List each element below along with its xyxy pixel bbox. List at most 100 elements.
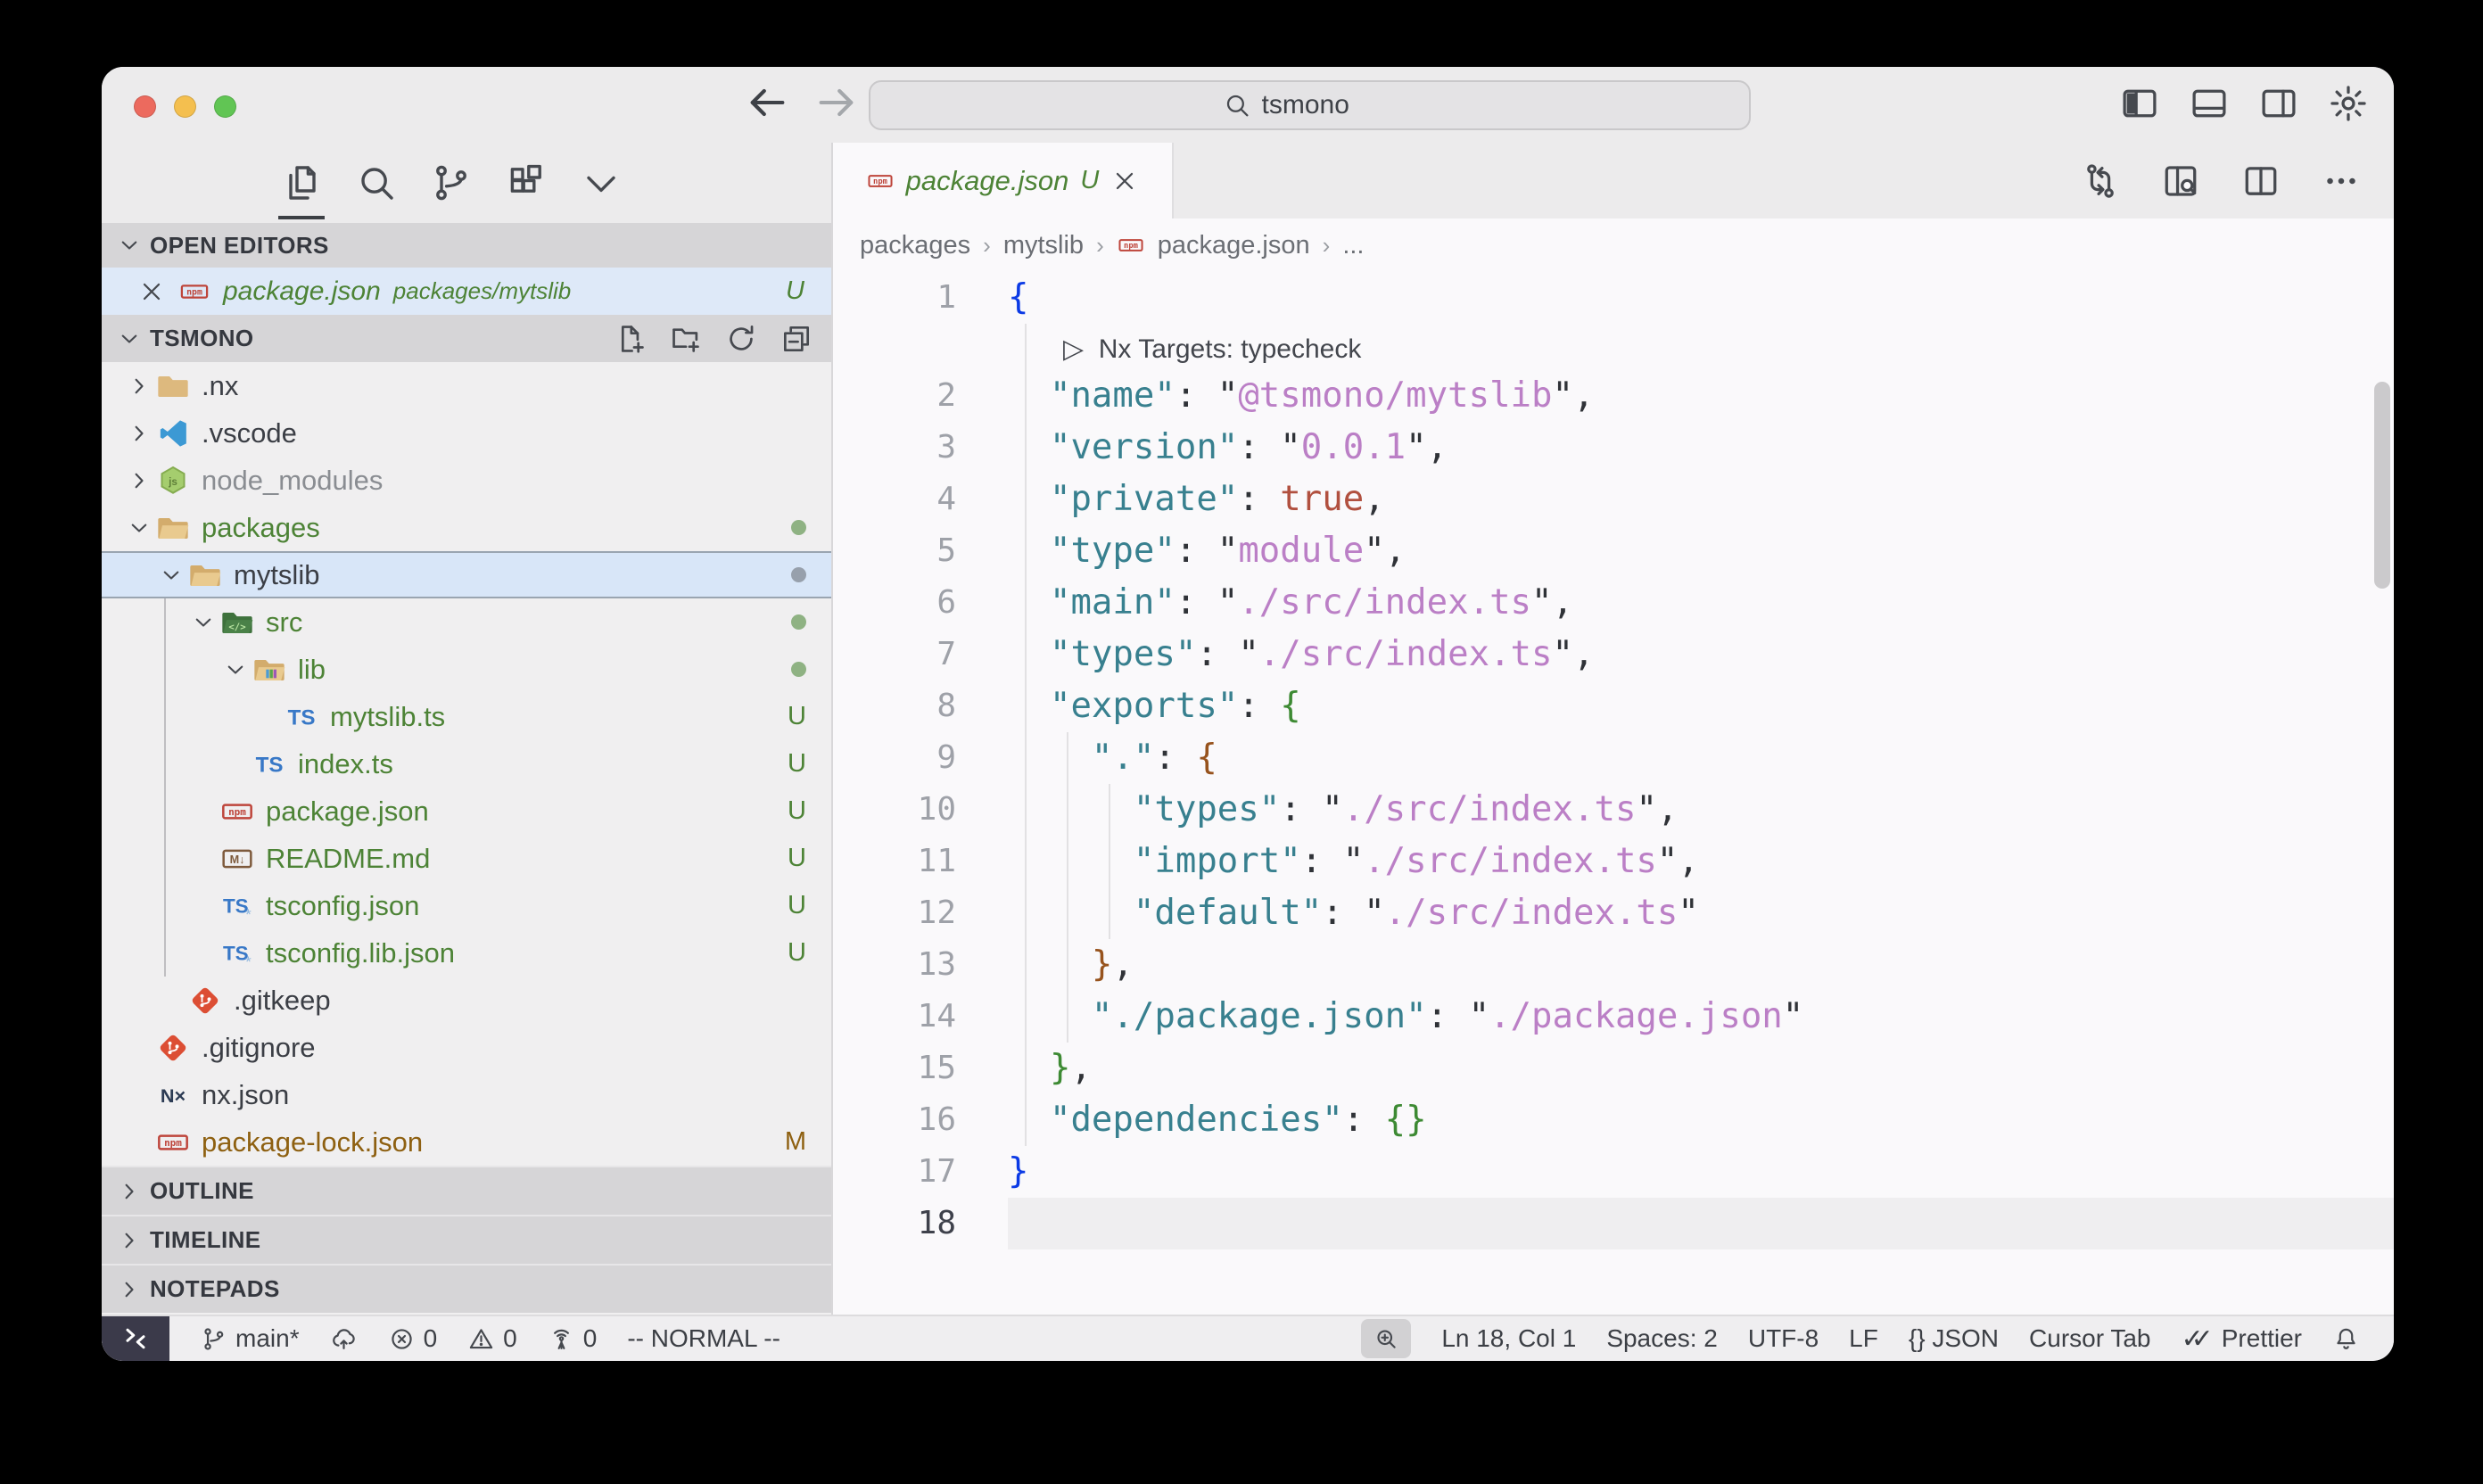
tree-item-mytslib-ts[interactable]: TSmytslib.tsU	[102, 693, 831, 740]
status-item-indentation[interactable]: Spaces: 2	[1606, 1324, 1718, 1353]
ts-icon: TS	[284, 699, 319, 735]
tree-item-mytslib[interactable]: mytslib	[102, 551, 831, 598]
tree-item-src[interactable]: </>src	[102, 598, 831, 646]
tree-item-tsconfig-lib-json[interactable]: TS*tsconfig.lib.jsonU	[102, 929, 831, 977]
sidebar-section-notepads[interactable]: NOTEPADS	[102, 1264, 831, 1313]
tree-item-label: .gitignore	[202, 1032, 316, 1064]
tree-item-readme-md[interactable]: M↓README.mdU	[102, 835, 831, 882]
code-line-4[interactable]: 4 "private": true,	[833, 474, 2394, 525]
panel-left-icon[interactable]	[2119, 83, 2160, 124]
status-item-ports[interactable]: 0	[548, 1324, 598, 1353]
new-folder-icon[interactable]	[669, 322, 703, 356]
status-item-formatter[interactable]: ✓✓Prettier	[2181, 1323, 2302, 1355]
close-window-button[interactable]	[134, 95, 156, 118]
status-item-warnings[interactable]: 0	[467, 1324, 517, 1353]
tree-item-package-lock-json[interactable]: npmpackage-lock.jsonM	[102, 1118, 831, 1166]
gear-icon[interactable]	[2328, 83, 2369, 124]
status-item-sync[interactable]	[330, 1325, 358, 1353]
code-line-15[interactable]: 15 },	[833, 1043, 2394, 1094]
zoom-window-button[interactable]	[214, 95, 236, 118]
sidebar-section-outline[interactable]: OUTLINE	[102, 1166, 831, 1215]
new-file-icon[interactable]	[614, 322, 648, 356]
status-item-cursor-position[interactable]: Ln 18, Col 1	[1441, 1324, 1576, 1353]
svg-text:</>: </>	[228, 621, 245, 632]
command-center-search[interactable]	[869, 80, 1751, 130]
tree-item-index-ts[interactable]: TSindex.tsU	[102, 740, 831, 787]
tree-item-package-json[interactable]: npmpackage.jsonU	[102, 787, 831, 835]
breadcrumb-item[interactable]: mytslib	[1003, 231, 1084, 260]
folder-open-icon	[155, 510, 191, 546]
status-item-cursor-tab[interactable]: Cursor Tab	[2029, 1324, 2150, 1353]
preview-icon[interactable]	[2160, 161, 2201, 202]
close-icon[interactable]	[1110, 167, 1139, 195]
collapse-all-icon[interactable]	[780, 322, 813, 356]
arrow-left-icon[interactable]	[744, 79, 790, 126]
search-input[interactable]	[1260, 89, 1398, 121]
status-item-zoom-indicator[interactable]	[1361, 1319, 1411, 1358]
status-item-eol[interactable]: LF	[1849, 1324, 1878, 1353]
activity-item-search[interactable]	[351, 144, 401, 221]
code-line-12[interactable]: 12 "default": "./src/index.ts"	[833, 887, 2394, 939]
code-line-18[interactable]: 18	[833, 1198, 2394, 1249]
ellipsis-icon[interactable]	[2321, 161, 2362, 202]
code-line-2[interactable]: 2 "name": "@tsmono/mytslib",	[833, 370, 2394, 422]
svg-text:npm: npm	[228, 806, 246, 818]
tree-item--gitignore[interactable]: .gitignore	[102, 1024, 831, 1071]
extensions-icon	[505, 161, 548, 204]
codelens-run-link[interactable]: ▷ Nx Targets: typecheck	[1063, 334, 1361, 364]
code-editor[interactable]: 1{ ▷ Nx Targets: typecheck 2 "name": "@tsm…	[833, 272, 2394, 1315]
codelens-row[interactable]: ▷ Nx Targets: typecheck	[833, 324, 2394, 370]
breadcrumb-item[interactable]: package.json	[1158, 231, 1310, 260]
code-line-5[interactable]: 5 "type": "module",	[833, 525, 2394, 577]
refresh-icon[interactable]	[724, 322, 758, 356]
close-icon[interactable]	[137, 277, 166, 306]
remote-indicator[interactable]	[102, 1316, 169, 1361]
tab-package-json[interactable]: npm package.json U	[833, 143, 1174, 218]
code-line-16[interactable]: 16 "dependencies": {}	[833, 1094, 2394, 1146]
code-line-9[interactable]: 9 ".": {	[833, 732, 2394, 784]
code-line-6[interactable]: 6 "main": "./src/index.ts",	[833, 577, 2394, 629]
code-line-3[interactable]: 3 "version": "0.0.1",	[833, 422, 2394, 474]
panel-right-icon[interactable]	[2258, 83, 2299, 124]
status-item-errors[interactable]: 0	[388, 1324, 438, 1353]
split-icon[interactable]	[2240, 161, 2281, 202]
status-item-language-mode[interactable]: {} JSON	[1909, 1324, 1999, 1353]
activity-item-source-control[interactable]	[426, 144, 476, 221]
code-line-11[interactable]: 11 "import": "./src/index.ts",	[833, 836, 2394, 887]
git-icon	[187, 983, 223, 1018]
status-item-notifications[interactable]	[2332, 1325, 2360, 1353]
code-line-8[interactable]: 8 "exports": {	[833, 680, 2394, 732]
code-line-17[interactable]: 17}	[833, 1146, 2394, 1198]
compare-icon[interactable]	[2080, 161, 2121, 202]
code-line-13[interactable]: 13 },	[833, 939, 2394, 991]
sidebar-section-timeline[interactable]: TIMELINE	[102, 1215, 831, 1264]
open-editors-header[interactable]: OPEN EDITORS	[102, 223, 831, 268]
breadcrumb-item[interactable]: packages	[860, 231, 970, 260]
code-line-1[interactable]: 1{	[833, 272, 2394, 324]
explorer-section-header[interactable]: TSMONO	[102, 315, 831, 362]
tree-item-packages[interactable]: packages	[102, 504, 831, 551]
tree-item--nx[interactable]: .nx	[102, 362, 831, 409]
tree-item-tsconfig-json[interactable]: TS*tsconfig.jsonU	[102, 882, 831, 929]
code-line-10[interactable]: 10 "types": "./src/index.ts",	[833, 784, 2394, 836]
scrollbar-thumb[interactable]	[2374, 382, 2390, 589]
open-editor-item[interactable]: npm package.json packages/mytslib U	[102, 268, 831, 315]
activity-item-extensions[interactable]	[501, 144, 551, 221]
status-item-git-branch[interactable]: main*	[200, 1324, 300, 1353]
tree-item-nx-json[interactable]: N×nx.json	[102, 1071, 831, 1118]
panel-bottom-icon[interactable]	[2189, 83, 2230, 124]
activity-item-explorer[interactable]	[276, 144, 326, 221]
minimize-window-button[interactable]	[174, 95, 196, 118]
title-bar[interactable]	[102, 67, 2394, 143]
tree-item--gitkeep[interactable]: .gitkeep	[102, 977, 831, 1024]
code-line-14[interactable]: 14 "./package.json": "./package.json"	[833, 991, 2394, 1043]
code-line-7[interactable]: 7 "types": "./src/index.ts",	[833, 629, 2394, 680]
tree-item-node-modules[interactable]: jsnode_modules	[102, 457, 831, 504]
activity-item-more-views[interactable]	[576, 144, 626, 221]
status-item-vim-mode[interactable]: -- NORMAL --	[627, 1324, 780, 1353]
tree-item-lib[interactable]: lib	[102, 646, 831, 693]
arrow-right-icon[interactable]	[813, 79, 860, 126]
tree-item--vscode[interactable]: .vscode	[102, 409, 831, 457]
breadcrumb-item[interactable]: ...	[1342, 231, 1364, 260]
status-item-encoding[interactable]: UTF-8	[1748, 1324, 1819, 1353]
